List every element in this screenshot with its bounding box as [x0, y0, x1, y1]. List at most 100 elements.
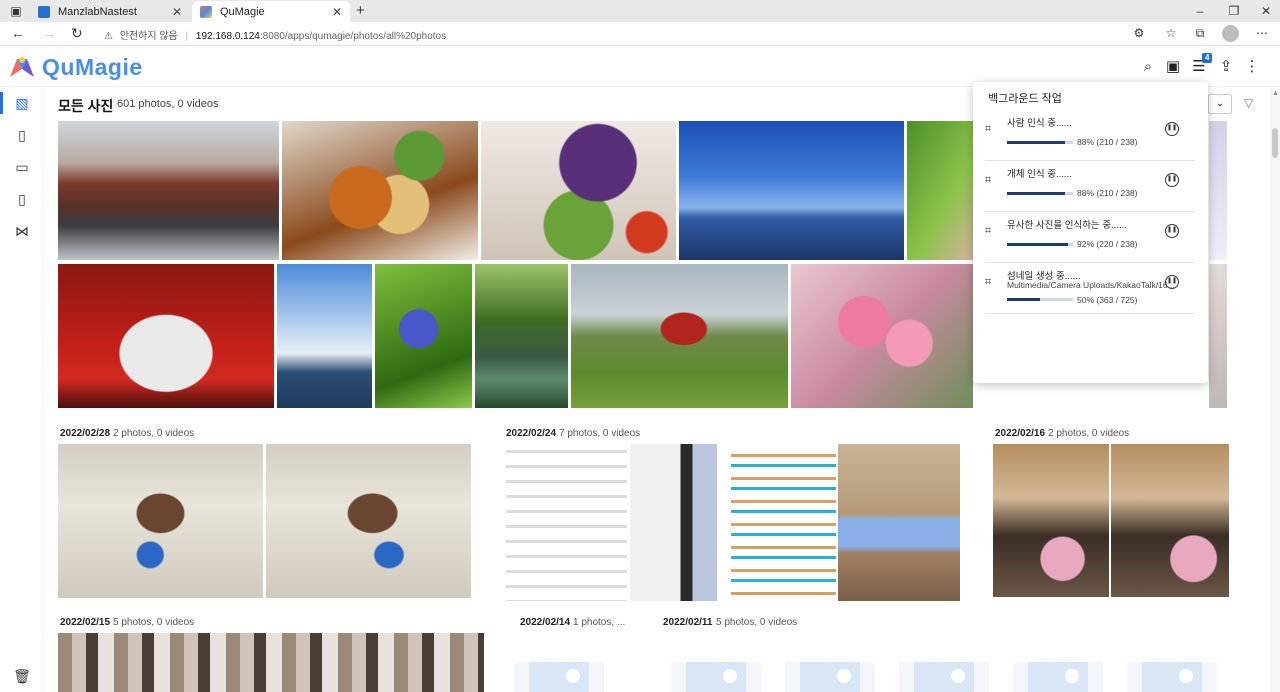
loading-placeholder: [899, 662, 989, 692]
minimize-icon[interactable]: –: [1188, 2, 1212, 20]
browser-menu-icon[interactable]: ⋯: [1254, 26, 1270, 42]
group-count: 5 photos, 0 videos: [113, 617, 195, 628]
url-separator: |: [185, 31, 189, 42]
harbor-warehouse-photo: [58, 121, 279, 260]
task-progress-fill: [1007, 243, 1068, 246]
new-tab-icon[interactable]: +: [356, 2, 365, 19]
sidebar-item-devices-icon[interactable]: ▯: [12, 189, 32, 209]
task-progress-bar: [1007, 243, 1073, 246]
tab-label: QuMagie: [220, 5, 265, 18]
blurred-photo: [58, 633, 484, 692]
group-date: 2022/02/16: [995, 428, 1046, 439]
photo-thumbnail[interactable]: [58, 121, 279, 260]
sidebar-item-trash-icon[interactable]: 🗑: [12, 666, 32, 686]
close-tab-icon[interactable]: ✕: [172, 5, 182, 19]
group-count: 1 photos, ...: [573, 617, 626, 628]
sidebar-item-share-icon[interactable]: ⋈: [12, 221, 32, 241]
image-placeholder-icon: [800, 662, 860, 692]
scrollbar[interactable]: ▲: [1270, 88, 1280, 692]
profile-avatar[interactable]: [1222, 25, 1239, 42]
task-progress-text: 92% (220 / 238): [1077, 239, 1138, 249]
browser-tab-qumagie[interactable]: QuMagie ✕: [192, 1, 350, 22]
pause-icon[interactable]: ❚❚: [1165, 122, 1179, 136]
back-icon[interactable]: ←: [11, 25, 25, 41]
photo-thumbnail[interactable]: [481, 121, 676, 260]
sidebar-item-albums-icon[interactable]: ▯: [12, 125, 32, 145]
chevron-down-icon: ⌄: [1215, 98, 1225, 109]
reader-settings-icon[interactable]: ⚙: [1131, 26, 1147, 42]
race-car-photo: [58, 264, 274, 408]
loading-placeholder: [514, 662, 604, 692]
address-bar: ← → ↻ ⚠ 안전하지 않음 | 192.168.0.124:8080/app…: [0, 22, 1280, 46]
pause-icon[interactable]: ❚❚: [1165, 275, 1179, 289]
browser-tab-manzlab[interactable]: ManzlabNastest ✕: [30, 1, 190, 22]
thumbnail-generation-icon: ⌗: [985, 276, 992, 288]
photo-thumbnail[interactable]: [679, 121, 904, 260]
task-item: ⌗ 사람 인식 중...... 88% (210 / 238) ❚❚: [985, 110, 1195, 161]
nas-favicon-icon: [38, 5, 50, 18]
search-icon[interactable]: ⌕: [1139, 58, 1157, 76]
smart-search-icon[interactable]: ▣: [1164, 58, 1182, 76]
similar-photo-icon: ⌗: [985, 225, 992, 237]
image-placeholder-icon: [529, 662, 589, 692]
reload-icon[interactable]: ↻: [71, 25, 83, 42]
photo-thumbnail[interactable]: [791, 264, 973, 408]
photo-thumbnail[interactable]: [282, 121, 478, 260]
sidebar-item-photos-icon[interactable]: ▧: [12, 93, 32, 113]
scroll-up-icon[interactable]: ▲: [1272, 90, 1279, 97]
photo-thumbnail[interactable]: [58, 633, 484, 692]
group-date: 2022/02/11: [663, 617, 713, 628]
photo-thumbnail[interactable]: [1209, 264, 1227, 408]
group-count: 7 photos, 0 videos: [559, 428, 641, 439]
blurred-photo: [993, 444, 1109, 597]
task-name: 유사한 사진을 인식하는 중......: [1007, 220, 1127, 231]
tab-label: ManzlabNastest: [58, 5, 137, 18]
task-item: ⌗ 유사한 사진을 인식하는 중...... 92% (220 / 238) ❚…: [985, 212, 1195, 263]
photo-thumbnail[interactable]: [630, 444, 717, 601]
url-path: :8080/apps/qumagie/photos/all%20photos: [259, 31, 447, 42]
forward-icon[interactable]: →: [42, 25, 56, 41]
task-name: 사람 인식 중......: [1007, 118, 1072, 129]
pause-icon[interactable]: ❚❚: [1165, 173, 1179, 187]
photo-thumbnail[interactable]: [1209, 121, 1227, 260]
photo-thumbnail[interactable]: [266, 444, 471, 598]
sidebar-item-folders-icon[interactable]: ▭: [12, 157, 32, 177]
photo-thumbnail[interactable]: [375, 264, 472, 408]
collections-icon[interactable]: ⧉: [1192, 26, 1208, 42]
photo-thumbnail[interactable]: [907, 121, 973, 260]
sidebar: ▧ ▯ ▭ ▯ ⋈ 🗑: [0, 88, 44, 692]
app-logo-text[interactable]: QuMagie: [42, 54, 143, 81]
cherry-blossom-photo: [791, 264, 973, 408]
more-icon[interactable]: ⋮: [1243, 58, 1261, 76]
dog-photo: [266, 444, 471, 598]
group-date: 2022/02/15: [60, 617, 111, 628]
popup-title: 백그라운드 작업: [988, 93, 1062, 105]
blurred-photo: [838, 444, 960, 601]
warning-icon: ⚠: [104, 31, 113, 42]
close-window-icon[interactable]: ✕: [1254, 2, 1278, 20]
photo-thumbnail[interactable]: [475, 264, 568, 408]
pause-icon[interactable]: ❚❚: [1165, 224, 1179, 238]
tab-actions-icon[interactable]: ▣: [4, 2, 28, 20]
photo-thumbnail[interactable]: [58, 264, 274, 408]
sort-dropdown[interactable]: ⌄: [1208, 94, 1232, 114]
photo-thumbnail[interactable]: [506, 444, 627, 601]
photo-thumbnail[interactable]: [571, 264, 788, 408]
upload-icon[interactable]: ⇪: [1217, 58, 1235, 76]
filter-icon[interactable]: ▽: [1244, 96, 1253, 110]
close-tab-icon[interactable]: ✕: [332, 5, 342, 19]
group-count: 2 photos, 0 videos: [1048, 428, 1130, 439]
photo-thumbnail[interactable]: [58, 444, 263, 598]
photo-thumbnail[interactable]: [993, 444, 1109, 597]
favorites-icon[interactable]: ☆: [1163, 26, 1179, 42]
photo-thumbnail[interactable]: [838, 444, 960, 601]
scroll-thumb[interactable]: [1272, 128, 1278, 158]
blue-flower-photo: [375, 264, 472, 408]
photo-thumbnail[interactable]: [731, 444, 836, 601]
group-count: 5 photos, 0 videos: [716, 617, 798, 628]
photo-thumbnail[interactable]: [1111, 444, 1229, 597]
url-field[interactable]: ⚠ 안전하지 않음 | 192.168.0.124:8080/apps/quma…: [104, 27, 446, 42]
not-secure-label: 안전하지 않음: [119, 31, 178, 42]
photo-thumbnail[interactable]: [277, 264, 372, 408]
maximize-icon[interactable]: ❐: [1222, 2, 1246, 20]
